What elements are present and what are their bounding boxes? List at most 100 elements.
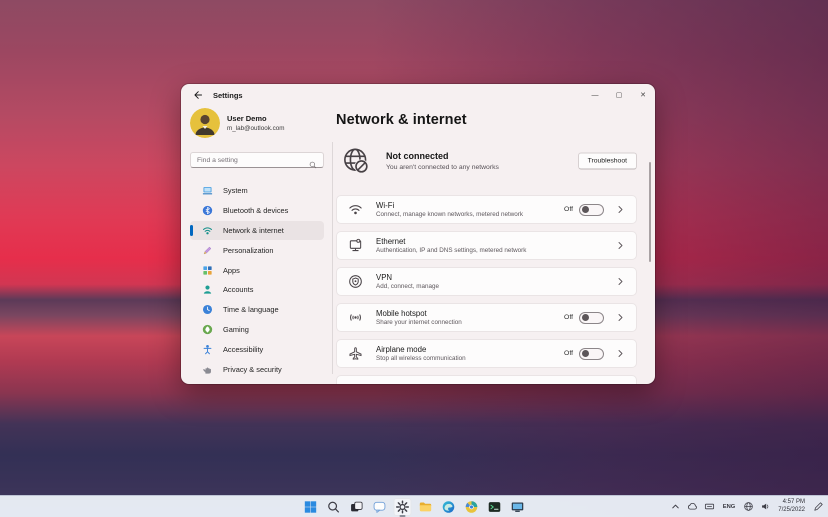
- system-icon: [202, 185, 213, 196]
- sidebar-item-label: Network & internet: [223, 226, 284, 235]
- content-scrollbar[interactable]: [649, 162, 651, 262]
- taskbar-app-icons: [302, 496, 527, 517]
- network-tray-icon[interactable]: [742, 501, 754, 513]
- globe-not-connected-icon: [341, 146, 372, 177]
- tray-chevron-up-icon[interactable]: [670, 501, 682, 513]
- sidebar-item-privacy-security[interactable]: Privacy & security: [190, 359, 324, 379]
- maximize-button[interactable]: ▢: [607, 84, 631, 106]
- settings-main: Network & internet Not connected You are…: [333, 106, 655, 384]
- row-airplane-mode[interactable]: Airplane mode Stop all wireless communic…: [336, 339, 637, 368]
- hardware-icon[interactable]: [704, 501, 716, 513]
- user-name: User Demo: [227, 114, 285, 123]
- vpn-icon: [348, 274, 363, 289]
- row-mobile-hotspot[interactable]: Mobile hotspot Share your internet conne…: [336, 303, 637, 332]
- apps-icon: [202, 265, 213, 276]
- row-subtitle: Stop all wireless communication: [376, 355, 466, 362]
- toggle-state-label: Off: [564, 350, 573, 357]
- taskbar-task-view-icon[interactable]: [348, 498, 366, 516]
- settings-sidebar: User Demo m_lab@outlook.com System Bluet…: [181, 106, 333, 384]
- sidebar-item-time-language[interactable]: Time & language: [190, 300, 324, 320]
- row-wifi[interactable]: Wi-Fi Connect, manage known networks, me…: [336, 195, 637, 224]
- chevron-right-icon: [616, 349, 625, 358]
- personalization-icon: [202, 245, 213, 256]
- close-button[interactable]: ✕: [631, 84, 655, 106]
- sidebar-item-accounts[interactable]: Accounts: [190, 280, 324, 300]
- taskbar-file-explorer-icon[interactable]: [417, 498, 435, 516]
- status-subtitle: You aren't connected to any networks: [386, 164, 499, 171]
- sidebar-item-gaming[interactable]: Gaming: [190, 320, 324, 340]
- sidebar-item-label: System: [223, 186, 248, 195]
- sidebar-item-system[interactable]: System: [190, 181, 324, 201]
- privacy-icon: [202, 364, 213, 375]
- taskbar-edge-icon[interactable]: [440, 498, 458, 516]
- settings-rows: Wi-Fi Connect, manage known networks, me…: [336, 195, 637, 384]
- time-icon: [202, 304, 213, 315]
- desktop: Settings —▢✕ User Demo m_lab@outlook.com: [0, 0, 828, 517]
- taskbar-search-icon[interactable]: [325, 498, 343, 516]
- hotspot-icon: [348, 310, 363, 325]
- row-title: Mobile hotspot: [376, 309, 462, 318]
- network-icon: [202, 225, 213, 236]
- row-vpn[interactable]: VPN Add, connect, manage: [336, 267, 637, 296]
- language-indicator[interactable]: ENG: [721, 504, 738, 510]
- ethernet-icon: [348, 238, 363, 253]
- sidebar-item-label: Bluetooth & devices: [223, 206, 288, 215]
- user-avatar: [190, 108, 220, 138]
- toggle-switch[interactable]: [579, 312, 604, 324]
- taskbar-browser-icon[interactable]: [463, 498, 481, 516]
- sidebar-nav: System Bluetooth & devices Network & int…: [190, 181, 324, 379]
- row-subtitle: Authentication, IP and DNS settings, met…: [376, 247, 526, 254]
- row-subtitle: Add, connect, manage: [376, 283, 439, 290]
- window-titlebar: Settings —▢✕: [181, 84, 655, 106]
- search-icon: [309, 156, 317, 164]
- taskbar-chat-icon[interactable]: [371, 498, 389, 516]
- row-title: Ethernet: [376, 237, 526, 246]
- taskbar-start-icon[interactable]: [302, 498, 320, 516]
- sidebar-item-label: Privacy & security: [223, 365, 282, 374]
- airplane-icon: [348, 346, 363, 361]
- toggle-switch[interactable]: [579, 204, 604, 216]
- taskbar-clock[interactable]: 4:57 PM 7/25/2022: [776, 499, 807, 514]
- sidebar-item-label: Accessibility: [223, 345, 263, 354]
- row-proxy[interactable]: Proxy: [336, 375, 637, 384]
- chevron-right-icon: [616, 277, 625, 286]
- user-profile[interactable]: User Demo m_lab@outlook.com: [190, 108, 324, 138]
- row-title: Airplane mode: [376, 345, 466, 354]
- sidebar-item-label: Apps: [223, 266, 240, 275]
- chevron-right-icon: [616, 241, 625, 250]
- sidebar-item-personalization[interactable]: Personalization: [190, 240, 324, 260]
- taskbar-terminal-icon[interactable]: [486, 498, 504, 516]
- settings-search-box[interactable]: [190, 152, 324, 168]
- back-button[interactable]: [190, 88, 204, 102]
- sidebar-item-label: Personalization: [223, 246, 274, 255]
- toggle-state-label: Off: [564, 206, 573, 213]
- row-subtitle: Connect, manage known networks, metered …: [376, 211, 523, 218]
- sidebar-item-network[interactable]: Network & internet: [190, 221, 324, 241]
- onedrive-icon[interactable]: [687, 501, 699, 513]
- taskbar-settings-icon[interactable]: [394, 498, 412, 516]
- bluetooth-icon: [202, 205, 213, 216]
- search-input[interactable]: [197, 157, 309, 164]
- sidebar-item-apps[interactable]: Apps: [190, 260, 324, 280]
- clock-time: 4:57 PM: [778, 499, 805, 507]
- pen-icon[interactable]: [812, 501, 824, 513]
- row-ethernet[interactable]: Ethernet Authentication, IP and DNS sett…: [336, 231, 637, 260]
- taskbar: ENG 4:57 PM 7/25/2022: [0, 495, 828, 517]
- chevron-right-icon: [616, 313, 625, 322]
- troubleshoot-button[interactable]: Troubleshoot: [578, 153, 637, 170]
- window-title: Settings: [213, 91, 243, 100]
- sidebar-item-label: Accounts: [223, 285, 253, 294]
- sidebar-item-accessibility[interactable]: Accessibility: [190, 339, 324, 359]
- settings-window: Settings —▢✕ User Demo m_lab@outlook.com: [181, 84, 655, 384]
- toggle-state-label: Off: [564, 314, 573, 321]
- volume-icon[interactable]: [759, 501, 771, 513]
- taskbar-monitor-app-icon[interactable]: [509, 498, 527, 516]
- toggle-switch[interactable]: [579, 348, 604, 360]
- sidebar-item-bluetooth[interactable]: Bluetooth & devices: [190, 201, 324, 221]
- minimize-button[interactable]: —: [583, 84, 607, 106]
- clock-date: 7/25/2022: [778, 507, 805, 515]
- wifi-icon: [348, 202, 363, 217]
- row-title: Wi-Fi: [376, 201, 523, 210]
- system-tray: ENG 4:57 PM 7/25/2022: [670, 496, 824, 517]
- sidebar-item-label: Gaming: [223, 325, 249, 334]
